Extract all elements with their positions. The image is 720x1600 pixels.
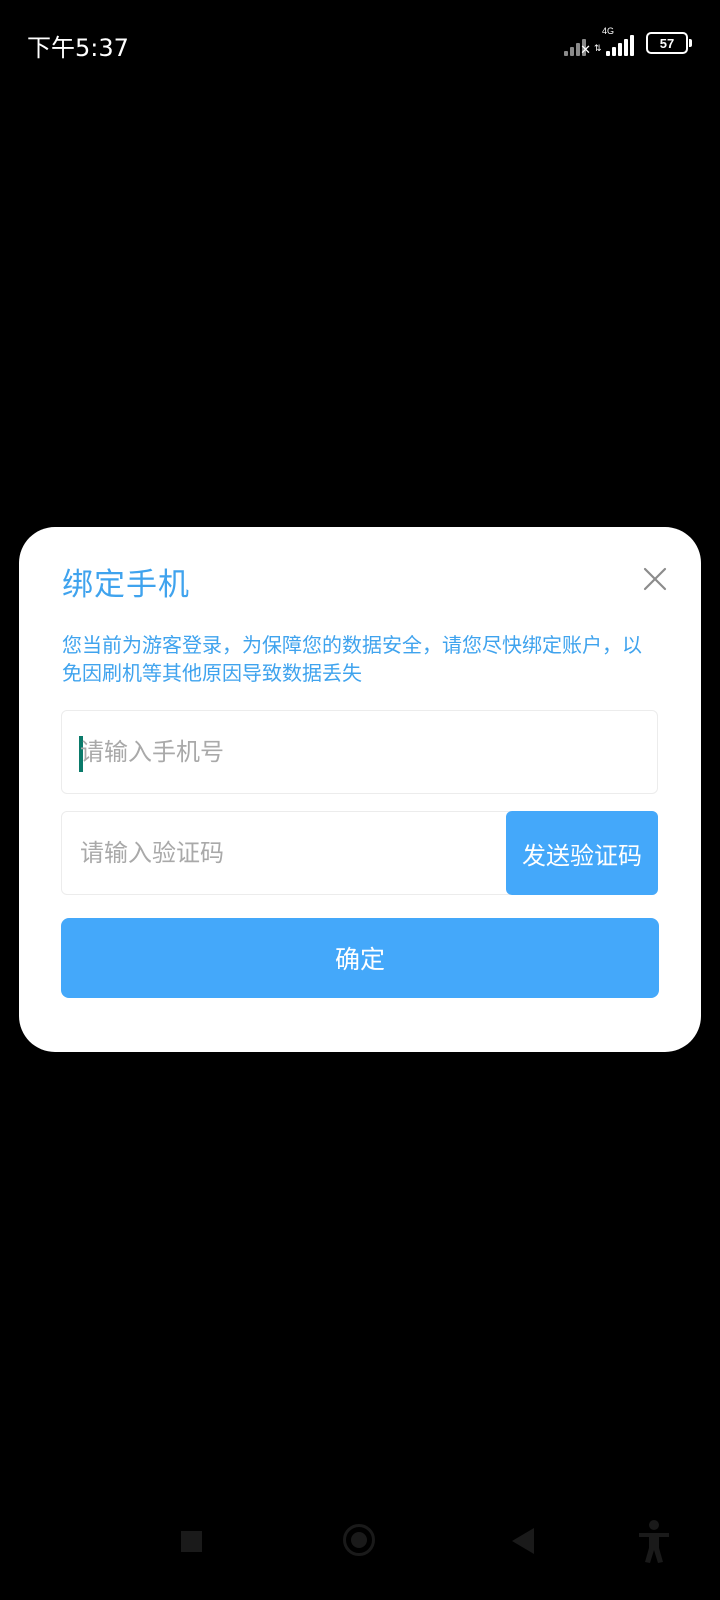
status-bar: 下午5:37 ✕ 4G ⇅ 57 [0, 0, 720, 86]
circle-icon [351, 1532, 367, 1548]
signal-sim2-icon: 4G ⇅ [594, 26, 636, 56]
battery-level: 57 [659, 35, 675, 51]
code-field: 发送验证码 [61, 811, 658, 895]
screen: 下午5:37 ✕ 4G ⇅ 57 绑定手机 您当前为游客登录，为保障您的数据安全… [0, 0, 720, 1600]
status-time: 下午5:37 [27, 34, 129, 62]
battery-icon: 57 [646, 32, 692, 54]
confirm-button[interactable]: 确定 [61, 918, 659, 998]
dialog-title: 绑定手机 [62, 567, 190, 603]
signal-sim1-icon: ✕ [564, 34, 591, 58]
close-button[interactable] [639, 563, 671, 595]
accessibility-icon [639, 1520, 669, 1563]
phone-field [61, 710, 658, 794]
send-code-button[interactable]: 发送验证码 [506, 811, 658, 895]
recent-apps-button[interactable] [181, 1531, 202, 1552]
status-icons: ✕ 4G ⇅ 57 [564, 26, 692, 58]
no-signal-x-icon: ✕ [580, 43, 591, 58]
dialog-description: 您当前为游客登录，为保障您的数据安全，请您尽快绑定账户，以免因刷机等其他原因导致… [62, 633, 642, 685]
verification-code-input[interactable] [80, 812, 480, 894]
data-arrows-icon: ⇅ [594, 44, 602, 54]
back-button[interactable] [512, 1528, 534, 1554]
close-icon [643, 567, 667, 591]
network-type-label: 4G [602, 26, 615, 36]
bind-phone-dialog: 绑定手机 您当前为游客登录，为保障您的数据安全，请您尽快绑定账户，以免因刷机等其… [19, 527, 701, 1052]
navigation-bar [0, 1500, 720, 1600]
home-button[interactable] [343, 1524, 375, 1556]
phone-input[interactable] [80, 711, 480, 793]
battery-tip [689, 39, 692, 47]
accessibility-button[interactable] [636, 1518, 672, 1566]
